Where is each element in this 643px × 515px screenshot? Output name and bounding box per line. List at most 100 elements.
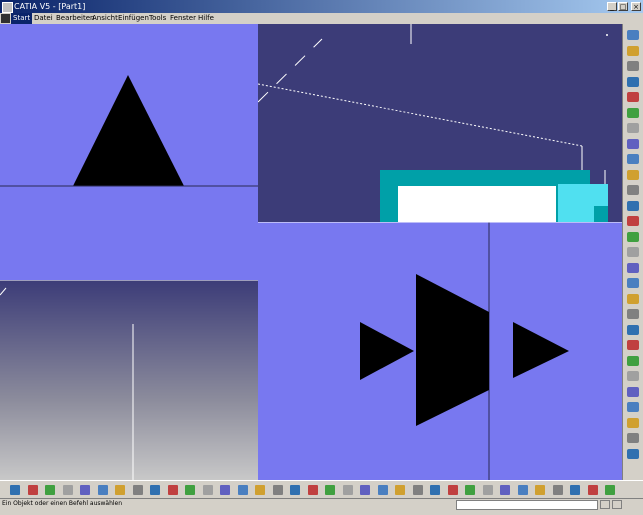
translate-icon[interactable]	[627, 309, 639, 319]
compass-icon[interactable]	[627, 30, 639, 40]
pad-icon[interactable]	[627, 76, 639, 87]
scroll-up-button[interactable]	[600, 500, 610, 509]
new-icon[interactable]	[10, 485, 20, 495]
redo-icon[interactable]	[150, 485, 160, 495]
slot-icon[interactable]	[627, 169, 639, 180]
hide-show-icon[interactable]	[412, 485, 423, 495]
chamfer-icon[interactable]	[627, 231, 639, 242]
viewport-side[interactable]	[258, 222, 622, 480]
menu-fenster[interactable]: Fenster	[170, 13, 196, 24]
front-view-canvas	[0, 75, 258, 187]
layer-icon[interactable]	[447, 485, 458, 495]
fit-all-icon[interactable]	[272, 485, 283, 495]
rotate-view-icon[interactable]	[307, 485, 318, 495]
constraint-icon[interactable]	[627, 433, 639, 443]
undo-icon[interactable]	[132, 485, 143, 495]
hole-icon[interactable]	[627, 138, 639, 149]
open-icon[interactable]	[27, 485, 38, 495]
sketcher-icon[interactable]	[627, 45, 639, 56]
apply-material-icon[interactable]	[517, 485, 528, 495]
render-style-icon[interactable]	[395, 485, 405, 495]
whats-this-icon[interactable]	[167, 485, 178, 495]
sketch-analysis-icon[interactable]	[587, 485, 598, 495]
paste-icon[interactable]	[115, 485, 125, 495]
grid-icon[interactable]	[237, 485, 248, 495]
menu-hilfe[interactable]: Hilfe	[198, 13, 214, 24]
snap-icon[interactable]	[220, 485, 230, 495]
scroll-down-button[interactable]	[612, 500, 622, 509]
viewport-front[interactable]	[0, 24, 258, 280]
front-triangle-shape	[73, 75, 184, 186]
thread-icon[interactable]	[627, 293, 639, 304]
close-button[interactable]: ×	[631, 2, 641, 11]
shell-icon[interactable]	[627, 262, 639, 273]
normal-view-icon[interactable]	[360, 485, 370, 495]
bottom-toolbar	[0, 480, 643, 499]
status-message: Ein Objekt oder einen Befehl auswählen	[2, 500, 123, 507]
plane-icon[interactable]	[627, 448, 639, 459]
window-title: CATIA V5 - [Part1]	[14, 2, 86, 11]
pan-icon[interactable]	[290, 485, 300, 495]
center-trapezoid-shape	[416, 274, 489, 426]
measure-item-icon[interactable]	[500, 485, 510, 495]
iso-corner-tick	[0, 287, 7, 296]
perspective-canvas	[258, 24, 608, 222]
rotate-icon[interactable]	[627, 324, 639, 335]
measure-between-icon[interactable]	[482, 485, 493, 495]
menu-bar: Start Datei Bearbeiten Ansicht Einfügen …	[0, 13, 643, 24]
groove-icon[interactable]	[627, 123, 639, 133]
left-arrow-shape	[360, 322, 414, 380]
thickness-icon[interactable]	[627, 278, 639, 288]
catia-app-icon[interactable]	[2, 2, 13, 13]
select-icon[interactable]	[255, 485, 265, 495]
menu-start[interactable]: Start	[11, 13, 33, 24]
mirror-icon[interactable]	[627, 355, 639, 366]
viewport-perspective[interactable]	[258, 24, 622, 222]
draft-icon[interactable]	[627, 247, 639, 257]
right-arrow-shape	[513, 322, 569, 378]
pattern-icon[interactable]	[627, 371, 639, 381]
document-system-icon[interactable]	[1, 14, 10, 23]
constraints-icon[interactable]	[605, 485, 615, 495]
shaft-icon[interactable]	[627, 107, 639, 118]
hint-icon[interactable]	[202, 485, 213, 495]
catalog-icon[interactable]	[552, 485, 563, 495]
fx-icon[interactable]	[185, 485, 195, 495]
part-block-step-2	[594, 206, 608, 222]
minimize-button[interactable]: _	[607, 2, 617, 11]
copy-icon[interactable]	[97, 485, 108, 495]
axis-dot	[606, 34, 608, 36]
views-icon[interactable]	[377, 485, 388, 495]
axis-icon[interactable]	[627, 61, 639, 71]
scaling-icon[interactable]	[627, 386, 639, 397]
part-block-face	[398, 186, 556, 222]
viewport-iso[interactable]	[0, 280, 258, 480]
rib-icon[interactable]	[627, 154, 639, 164]
save-icon[interactable]	[45, 485, 55, 495]
iso-view-canvas	[0, 280, 258, 480]
measure-icon[interactable]	[627, 417, 639, 428]
side-view-canvas	[258, 222, 622, 480]
zoom-in-icon[interactable]	[325, 485, 335, 495]
print-icon[interactable]	[62, 485, 73, 495]
fillet-icon[interactable]	[627, 216, 639, 226]
analysis-icon[interactable]	[535, 485, 545, 495]
menu-datei[interactable]: Datei	[34, 13, 53, 24]
pocket-icon[interactable]	[627, 92, 639, 102]
menu-ansicht[interactable]: Ansicht	[92, 13, 118, 24]
stiffener-icon[interactable]	[627, 185, 639, 195]
boolean-icon[interactable]	[627, 402, 639, 412]
swap-visible-icon[interactable]	[430, 485, 440, 495]
menu-tools[interactable]: Tools	[149, 13, 166, 24]
symmetry-icon[interactable]	[627, 340, 639, 350]
cut-icon[interactable]	[80, 485, 90, 495]
menu-einfuegen[interactable]: Einfügen	[118, 13, 149, 24]
properties-icon[interactable]	[465, 485, 475, 495]
part-block-step	[574, 170, 590, 184]
zoom-out-icon[interactable]	[342, 485, 353, 495]
maximize-button[interactable]: □	[618, 2, 628, 11]
loft-icon[interactable]	[627, 200, 639, 211]
update-icon[interactable]	[570, 485, 580, 495]
menu-bearbeiten[interactable]: Bearbeiten	[56, 13, 94, 24]
command-input[interactable]	[456, 500, 598, 510]
